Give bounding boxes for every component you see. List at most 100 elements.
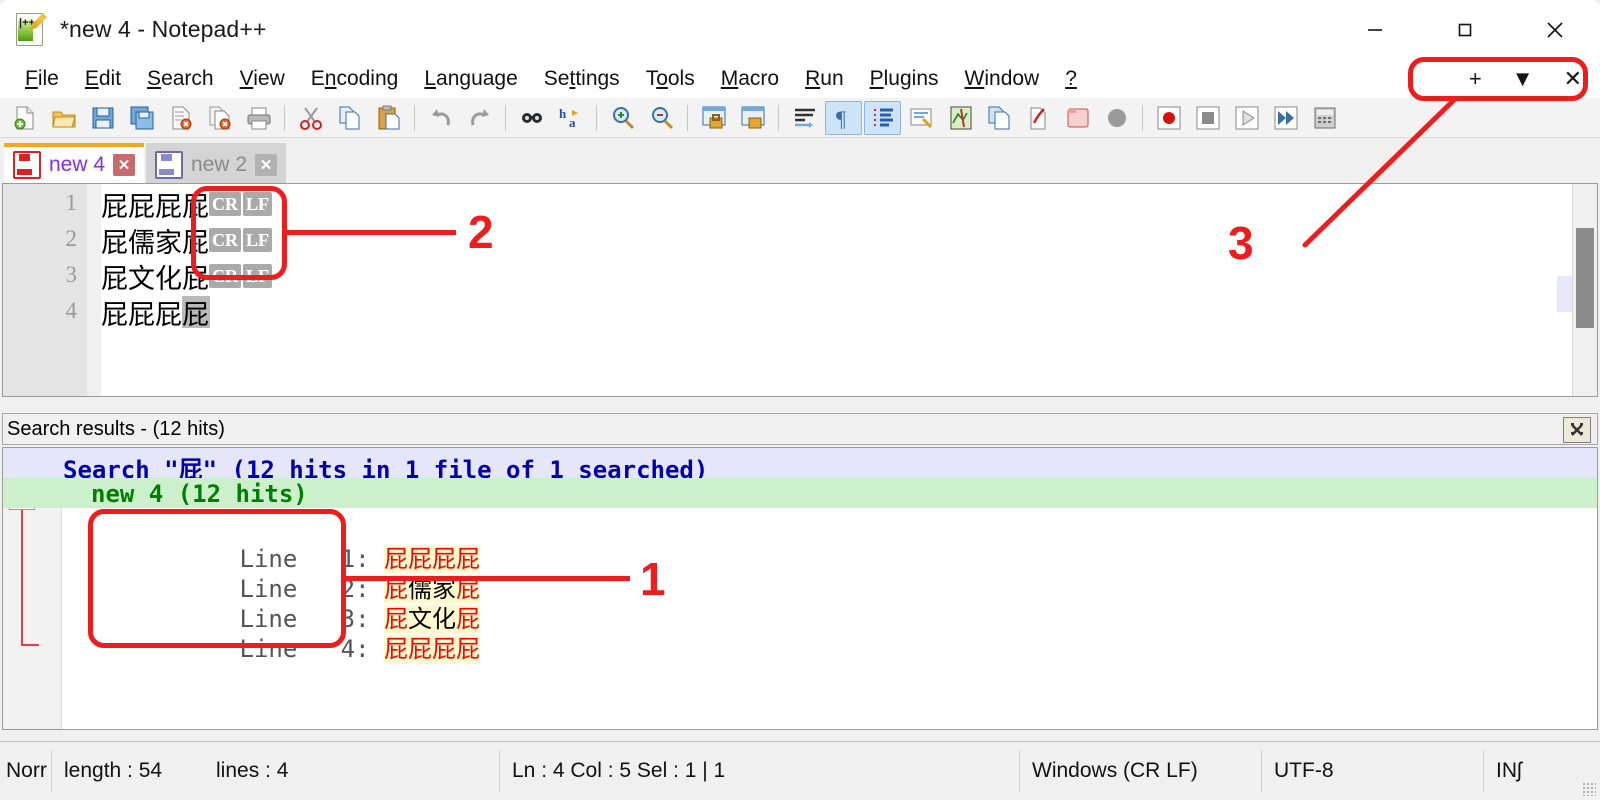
document-map-icon[interactable] [942, 101, 979, 135]
code-area[interactable]: 屁屁屁屁 CR LF 屁儒家屁 CR LF 屁文化屁 CR LF [101, 184, 1557, 396]
search-file-header-row[interactable]: new 4 (12 hits) [3, 478, 1597, 508]
run-dialog-icon[interactable] [1306, 101, 1343, 135]
zoom-out-icon[interactable] [643, 101, 680, 135]
status-insert-mode[interactable]: INʃ [1484, 750, 1594, 792]
tab-controls: + ▼ ✕ [1469, 60, 1582, 98]
save-all-icon[interactable] [123, 101, 160, 135]
cr-marker: CR [209, 228, 241, 252]
user-language-icon[interactable] [903, 101, 940, 135]
play-macro-icon[interactable] [1228, 101, 1265, 135]
folder-as-workspace-icon[interactable] [1020, 101, 1057, 135]
editor-line-text: 屁屁屁屁 [101, 185, 209, 224]
document-tab-close-button[interactable]: ✕ [113, 154, 135, 176]
search-results-body[interactable]: Search "屁" (12 hits in 1 file of 1 searc… [2, 447, 1598, 730]
menu-window[interactable]: Window [952, 67, 1053, 91]
indent-guide-icon[interactable] [864, 101, 901, 135]
run-macro-multiple-icon[interactable] [1267, 101, 1304, 135]
line-number: 2 [66, 226, 78, 252]
record-macro-icon[interactable] [1150, 101, 1187, 135]
function-list-icon[interactable] [981, 101, 1018, 135]
monitoring-icon[interactable] [1059, 101, 1096, 135]
close-all-icon[interactable] [201, 101, 238, 135]
title-bar: |++ *new 4 - Notepad++ [0, 0, 1600, 60]
replace-icon[interactable]: ha [552, 101, 589, 135]
cut-icon[interactable] [292, 101, 329, 135]
menu-settings[interactable]: Settings [531, 67, 633, 91]
status-language[interactable]: Norr [0, 750, 52, 792]
run-icon[interactable] [1098, 101, 1135, 135]
toolbar-separator [1142, 105, 1143, 131]
floppy-red-icon [13, 151, 41, 179]
zoom-in-icon[interactable] [604, 101, 641, 135]
minimize-button[interactable] [1330, 0, 1420, 60]
editor-line: 屁儒家屁 CR LF [101, 222, 274, 258]
menu-file[interactable]: File [12, 67, 72, 91]
sync-vertical-icon[interactable] [695, 101, 732, 135]
line-number: 1 [66, 190, 78, 216]
search-result-row[interactable]: Line 4: 屁屁屁屁 [3, 599, 1597, 629]
search-results-close-button[interactable] [1563, 417, 1591, 443]
document-tab-close-button[interactable]: ✕ [255, 154, 277, 176]
stop-recording-icon[interactable] [1189, 101, 1226, 135]
redo-icon[interactable] [461, 101, 498, 135]
toolbar-separator [284, 105, 285, 131]
open-file-icon[interactable] [45, 101, 82, 135]
resize-grip-icon[interactable] [1582, 782, 1596, 796]
editor-area[interactable]: 1 2 3 4 屁屁屁屁 CR LF 屁儒家屁 CR LF 屁 [2, 183, 1598, 397]
menu-plugins[interactable]: Plugins [857, 67, 952, 91]
lf-marker: LF [243, 264, 272, 288]
tab-list-dropdown[interactable]: ▼ [1512, 68, 1534, 90]
menu-run[interactable]: Run [792, 67, 857, 91]
sync-horizontal-icon[interactable] [734, 101, 771, 135]
word-wrap-icon[interactable] [786, 101, 823, 135]
close-tab-button[interactable]: ✕ [1564, 68, 1582, 90]
menu-language[interactable]: Language [411, 67, 530, 91]
copy-icon[interactable] [331, 101, 368, 135]
search-results-panel: Search results - (12 hits) Search "屁" (1… [0, 399, 1600, 740]
close-icon[interactable] [162, 101, 199, 135]
document-tab-new-4[interactable]: new 4 ✕ [4, 143, 144, 183]
line-number-gutter: 1 2 3 4 [3, 184, 87, 396]
status-eol-format[interactable]: Windows (CR LF) [1020, 750, 1262, 792]
paste-icon[interactable] [370, 101, 407, 135]
menu-macro[interactable]: Macro [708, 67, 792, 91]
editor-vertical-scrollbar[interactable] [1572, 184, 1597, 396]
crlf-marker: CR LF [209, 192, 274, 216]
new-tab-button[interactable]: + [1469, 68, 1482, 90]
notepad-plus-plus-window: |++ *new 4 - Notepad++ File Edit Search … [0, 0, 1600, 799]
cr-marker: CR [209, 264, 241, 288]
scrollbar-thumb[interactable] [1576, 228, 1594, 328]
status-encoding[interactable]: UTF-8 [1262, 750, 1484, 792]
floppy-blue-icon [155, 151, 183, 179]
line-number: 4 [66, 298, 78, 324]
lf-marker: LF [243, 192, 272, 216]
maximize-button[interactable] [1420, 0, 1510, 60]
menu-encoding[interactable]: Encoding [298, 67, 412, 91]
close-button[interactable] [1510, 0, 1600, 60]
search-result-row[interactable]: Line 1: 屁屁屁屁 [3, 509, 1597, 539]
new-file-icon[interactable] [6, 101, 43, 135]
print-icon[interactable] [240, 101, 277, 135]
find-icon[interactable] [513, 101, 550, 135]
cr-marker: CR [209, 192, 241, 216]
search-result-row[interactable]: Line 3: 屁文化屁 [3, 569, 1597, 599]
document-tab-new-2[interactable]: new 2 ✕ [146, 143, 286, 183]
menu-help[interactable]: ? [1052, 67, 1090, 91]
save-icon[interactable] [84, 101, 121, 135]
search-result-row[interactable]: Line 2: 屁儒家屁 [3, 539, 1597, 569]
menu-edit[interactable]: Edit [72, 67, 134, 91]
search-results-title: Search results - (12 hits) [3, 418, 225, 441]
menu-view[interactable]: View [227, 67, 298, 91]
notepad-plus-plus-icon: |++ [14, 12, 48, 46]
fold-margin[interactable] [87, 184, 101, 396]
menu-search[interactable]: Search [134, 67, 227, 91]
document-tab-label: new 4 [49, 153, 105, 177]
editor-line-text: 屁儒家屁 [101, 221, 209, 260]
status-bar: Norr length : 54 lines : 4 Ln : 4 Col : … [0, 741, 1600, 800]
editor-line-text: 屁文化屁 [101, 257, 209, 296]
search-results-title-bar: Search results - (12 hits) [2, 413, 1598, 445]
undo-icon[interactable] [422, 101, 459, 135]
show-all-chars-icon[interactable]: ¶ [825, 101, 862, 135]
editor-line-text: 屁屁屁屁 [101, 293, 209, 332]
menu-tools[interactable]: Tools [633, 67, 708, 91]
